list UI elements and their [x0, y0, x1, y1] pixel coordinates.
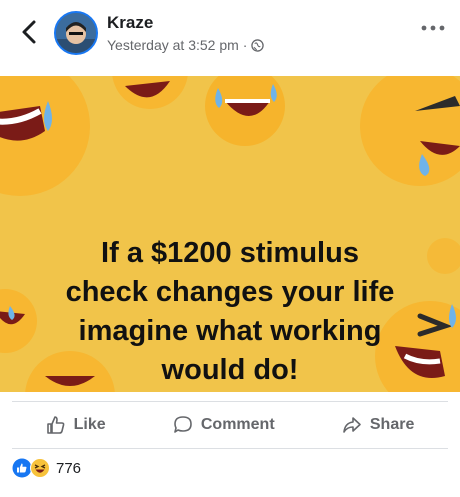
caption-line: If a $1200 stimulus — [101, 237, 359, 269]
like-button[interactable]: Like — [46, 415, 106, 435]
meta-separator: · — [242, 37, 248, 53]
post-meta: Yesterday at 3:52 pm · — [107, 37, 265, 53]
avatar[interactable] — [54, 11, 98, 55]
like-label: Like — [73, 416, 106, 433]
haha-reaction-icon — [30, 458, 50, 478]
like-reaction-icon — [12, 458, 32, 478]
share-label: Share — [369, 416, 415, 433]
globe-icon — [251, 38, 265, 52]
caption-line: check changes your life — [65, 276, 395, 308]
post-header: Kraze Yesterday at 3:52 pm · — [0, 0, 460, 72]
caption-line: would do! — [161, 354, 299, 386]
post-image[interactable]: If a $1200 stimulus check changes your l… — [0, 76, 460, 392]
comment-label: Comment — [200, 416, 275, 433]
reactions-summary[interactable]: 776 — [12, 458, 81, 478]
share-icon — [343, 417, 361, 433]
reaction-count: 776 — [56, 459, 82, 477]
thumbs-up-icon — [46, 416, 65, 434]
back-arrow-icon[interactable] — [18, 19, 40, 45]
author-name[interactable]: Kraze — [107, 13, 153, 33]
comment-button[interactable]: Comment — [173, 415, 275, 435]
post-timestamp[interactable]: Yesterday at 3:52 pm — [107, 37, 239, 53]
share-button[interactable]: Share — [342, 415, 414, 435]
post-actions-bar: Like Comment Share — [12, 401, 448, 449]
comment-icon — [174, 416, 192, 433]
caption-line: imagine what working — [78, 315, 382, 347]
image-caption: If a $1200 stimulus check changes your l… — [40, 234, 420, 390]
more-options-icon[interactable] — [420, 22, 446, 34]
